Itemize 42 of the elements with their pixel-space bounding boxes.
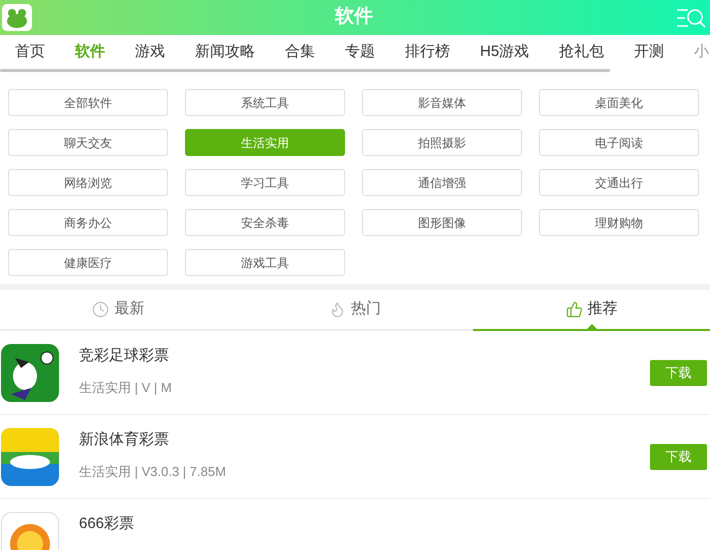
nav-tab[interactable]: 抢礼包 <box>559 40 604 64</box>
nav-tab[interactable]: 排行榜 <box>405 40 450 64</box>
category-button[interactable]: 影音媒体 <box>362 89 522 116</box>
nav-tab[interactable]: 新闻攻略 <box>195 40 255 64</box>
app-meta: 生活实用 | V | M <box>79 378 173 397</box>
category-button[interactable]: 桌面美化 <box>539 89 699 116</box>
category-button[interactable]: 商务办公 <box>8 209 168 236</box>
nav-tab[interactable]: 首页 <box>15 40 45 64</box>
nav-tab[interactable]: 专题 <box>345 40 375 64</box>
search-icon[interactable] <box>676 6 706 28</box>
category-button[interactable]: 游戏工具 <box>185 249 345 276</box>
app-name[interactable]: 666彩票 <box>79 513 707 536</box>
category-button[interactable]: 电子阅读 <box>539 129 699 156</box>
category-button[interactable]: 全部软件 <box>8 89 168 116</box>
tab-pointer-icon <box>586 324 597 329</box>
list-tab[interactable]: 热门 <box>236 290 474 329</box>
scrollbar[interactable] <box>0 69 610 72</box>
category-button[interactable]: 系统工具 <box>185 89 345 116</box>
category-button[interactable]: 学习工具 <box>185 169 345 196</box>
app-name[interactable]: 竞彩足球彩票 <box>79 345 650 368</box>
list-tab[interactable]: 推荐 <box>473 290 710 331</box>
category-button[interactable]: 图形图像 <box>362 209 522 236</box>
thumbs-up-icon <box>566 301 583 318</box>
app-name[interactable]: 新浪体育彩票 <box>79 429 650 452</box>
category-button[interactable]: 网络浏览 <box>8 169 168 196</box>
category-button[interactable]: 安全杀毒 <box>185 209 345 236</box>
clock-icon <box>92 301 110 318</box>
header-title: 软件 <box>335 5 373 30</box>
nav-tab[interactable]: 开测 <box>634 40 664 64</box>
category-button[interactable]: 健康医疗 <box>8 249 168 276</box>
nav-tab[interactable]: 游戏 <box>135 40 165 64</box>
flame-icon <box>329 301 346 318</box>
app-meta: 生活实用 | V3.0.3 | 7.85M <box>79 462 227 481</box>
category-button[interactable]: 理财购物 <box>539 209 699 236</box>
category-button[interactable]: 交通出行 <box>539 169 699 196</box>
nav-tab[interactable]: H5游戏 <box>480 40 530 64</box>
frog-logo-icon <box>2 4 32 31</box>
category-button[interactable]: 通信增强 <box>362 169 522 196</box>
category-button[interactable]: 聊天交友 <box>8 129 168 156</box>
nav-tab[interactable]: 合集 <box>285 40 315 64</box>
list-tab[interactable]: 最新 <box>0 290 237 329</box>
category-button[interactable]: 拍照摄影 <box>362 129 522 156</box>
